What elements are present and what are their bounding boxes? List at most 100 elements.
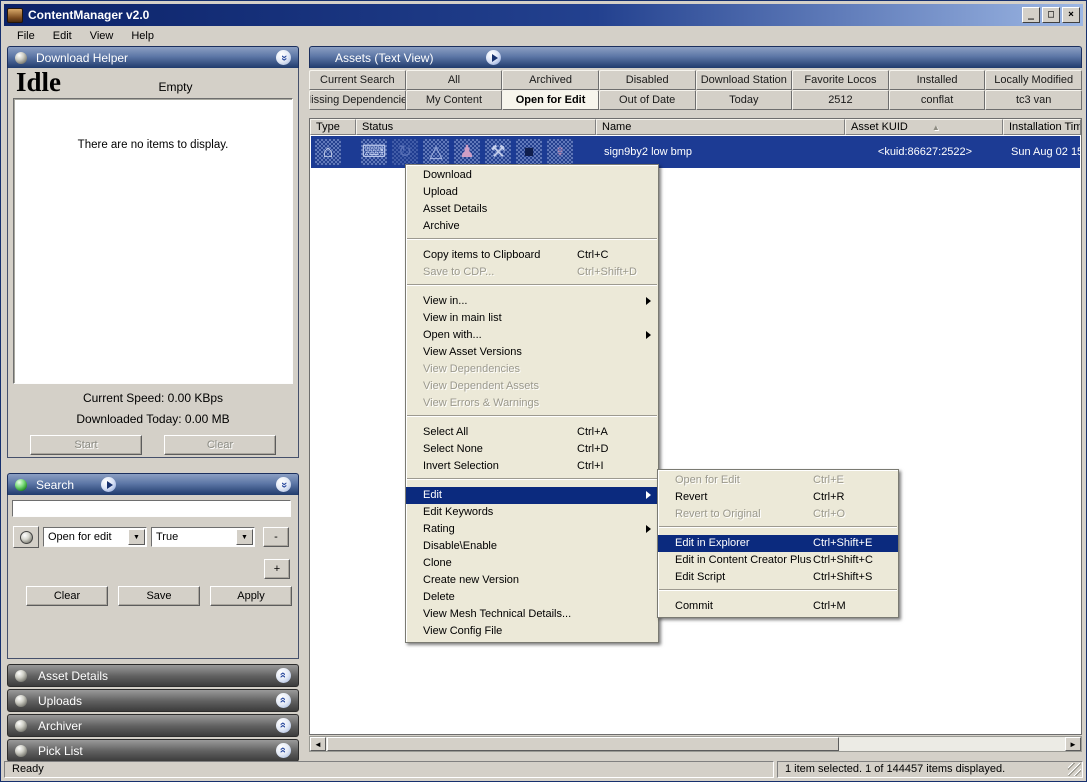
expand-chevron-icon[interactable]: »	[276, 743, 291, 758]
collapse-chevron-icon[interactable]: »	[276, 50, 291, 65]
menu-item[interactable]: Clone	[406, 555, 658, 572]
menu-item[interactable]: Copy items to Clipboard Ctrl+C	[406, 247, 658, 264]
menubar-item[interactable]: Help	[122, 28, 163, 44]
menu-item[interactable]: Commit Ctrl+M	[658, 598, 898, 615]
hand-icon: ♟	[454, 139, 480, 165]
menu-shortcut: Ctrl+R	[813, 489, 844, 506]
menu-shortcut: Ctrl+Shift+E	[813, 535, 872, 552]
filter-value-select[interactable]: True ▼	[151, 527, 255, 547]
minimize-button[interactable]: _	[1022, 7, 1040, 23]
menu-item[interactable]: Select All Ctrl+A	[406, 424, 658, 441]
panel-sphere-icon	[15, 720, 27, 732]
menu-item[interactable]: View Config File	[406, 623, 658, 640]
menu-item[interactable]: Rating	[406, 521, 658, 538]
menubar-item[interactable]: File	[8, 28, 44, 44]
filter-orb-button[interactable]	[13, 526, 39, 548]
horizontal-scrollbar[interactable]: ◄ ►	[309, 736, 1082, 752]
column-header-status[interactable]: Status	[356, 119, 596, 135]
play-icon[interactable]	[486, 50, 501, 65]
download-helper-header[interactable]: Download Helper »	[7, 46, 299, 68]
collapsed-panel[interactable]: Uploads »	[7, 689, 299, 712]
expand-chevron-icon[interactable]: »	[276, 718, 291, 733]
collapsed-panel[interactable]: Archiver »	[7, 714, 299, 737]
menu-item[interactable]: Download	[406, 167, 658, 184]
menu-item: View Dependencies	[406, 361, 658, 378]
asset-tab[interactable]: Disabled	[599, 70, 696, 90]
search-header[interactable]: Search »	[7, 473, 299, 495]
start-button[interactable]: Start	[30, 435, 142, 455]
menu-item[interactable]: Invert Selection Ctrl+I	[406, 458, 658, 475]
column-headers: Type Status Name Asset KUID ▲ Installati…	[310, 119, 1081, 135]
asset-tab[interactable]: Today	[696, 90, 793, 110]
scroll-left-arrow-icon[interactable]: ◄	[310, 737, 326, 751]
column-header-type[interactable]: Type	[310, 119, 356, 135]
asset-tab[interactable]: 2512	[792, 90, 889, 110]
search-input[interactable]	[12, 500, 291, 517]
asset-tab[interactable]: Out of Date	[599, 90, 696, 110]
asset-tab[interactable]: Archived	[502, 70, 599, 90]
panel-title: Download Helper	[36, 51, 128, 65]
asset-tab[interactable]: tc3 van	[985, 90, 1082, 110]
menu-item[interactable]: Asset Details	[406, 201, 658, 218]
dropdown-arrow-icon[interactable]: ▼	[236, 529, 253, 545]
menu-item[interactable]: Edit Script Ctrl+Shift+S	[658, 569, 898, 586]
menubar-item[interactable]: View	[81, 28, 123, 44]
assets-header[interactable]: Assets (Text View)	[309, 46, 1082, 68]
orb-icon	[20, 531, 33, 544]
menu-item[interactable]: View in...	[406, 293, 658, 310]
close-button[interactable]: ×	[1062, 7, 1080, 23]
menu-item[interactable]: Open with...	[406, 327, 658, 344]
expand-chevron-icon[interactable]: »	[276, 668, 291, 683]
collapsed-panel[interactable]: Pick List »	[7, 739, 299, 762]
save-search-button[interactable]: Save	[118, 586, 200, 606]
menubar-item[interactable]: Edit	[44, 28, 81, 44]
asset-tab[interactable]: Installed	[889, 70, 986, 90]
menu-item[interactable]: Delete	[406, 589, 658, 606]
maximize-button[interactable]: □	[1042, 7, 1060, 23]
apply-search-button[interactable]: Apply	[210, 586, 292, 606]
menu-item[interactable]: Edit in Explorer Ctrl+Shift+E	[658, 535, 898, 552]
menu-item[interactable]: Upload	[406, 184, 658, 201]
expand-chevron-icon[interactable]: »	[276, 693, 291, 708]
collapse-chevron-icon[interactable]: »	[276, 477, 291, 492]
asset-tab[interactable]: Favorite Locos	[792, 70, 889, 90]
remove-filter-button[interactable]: -	[263, 527, 289, 547]
menu-item[interactable]: Edit	[406, 487, 658, 504]
add-filter-button[interactable]: +	[264, 559, 290, 579]
download-queue-list[interactable]: There are no items to display.	[13, 98, 293, 384]
menu-item[interactable]: Edit Keywords	[406, 504, 658, 521]
submenu-arrow-icon	[646, 491, 651, 499]
clear-search-button[interactable]: Clear	[26, 586, 108, 606]
scroll-right-arrow-icon[interactable]: ►	[1065, 737, 1081, 751]
asset-tab[interactable]: Open for Edit	[502, 90, 599, 110]
filter-field-select[interactable]: Open for edit ▼	[43, 527, 147, 547]
column-header-installed[interactable]: Installation Time	[1003, 119, 1081, 135]
menu-item[interactable]: View Asset Versions	[406, 344, 658, 361]
menu-item[interactable]: Select None Ctrl+D	[406, 441, 658, 458]
statusbar: Ready 1 item selected. 1 of 144457 items…	[4, 761, 1083, 778]
menu-item[interactable]: Revert Ctrl+R	[658, 489, 898, 506]
selection-summary: 1 item selected. 1 of 144457 items displ…	[777, 761, 1083, 778]
clear-download-button[interactable]: Clear	[164, 435, 276, 455]
download-helper-panel: Download Helper » Idle Empty There are n…	[7, 46, 299, 458]
play-icon[interactable]	[101, 477, 116, 492]
column-header-kuid[interactable]: Asset KUID ▲	[845, 119, 1003, 135]
resize-grip-icon[interactable]	[1068, 763, 1081, 776]
menu-item[interactable]: View Mesh Technical Details...	[406, 606, 658, 623]
asset-tab[interactable]: All	[406, 70, 503, 90]
asset-tab[interactable]: Locally Modified	[985, 70, 1082, 90]
menu-item[interactable]: View in main list	[406, 310, 658, 327]
column-header-name[interactable]: Name	[596, 119, 845, 135]
menu-item[interactable]: Create new Version	[406, 572, 658, 589]
asset-tab[interactable]: Missing Dependencies	[309, 90, 406, 110]
asset-tab[interactable]: My Content	[406, 90, 503, 110]
menu-item[interactable]: Edit in Content Creator Plus Ctrl+Shift+…	[658, 552, 898, 569]
scrollbar-thumb[interactable]	[327, 737, 839, 751]
asset-tab[interactable]: Current Search	[309, 70, 406, 90]
dropdown-arrow-icon[interactable]: ▼	[128, 529, 145, 545]
collapsed-panel[interactable]: Asset Details »	[7, 664, 299, 687]
asset-tab[interactable]: conflat	[889, 90, 986, 110]
asset-tab[interactable]: Download Station	[696, 70, 793, 90]
menu-item[interactable]: Disable\Enable	[406, 538, 658, 555]
menu-item[interactable]: Archive	[406, 218, 658, 235]
